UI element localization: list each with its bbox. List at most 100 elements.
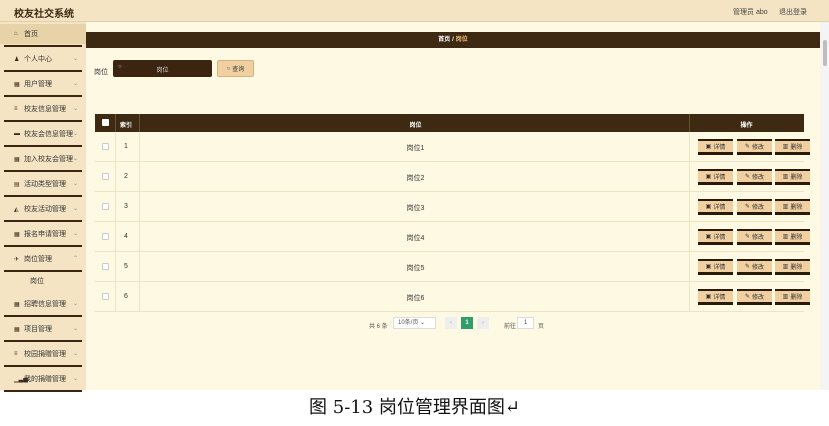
sidebar-item-label: 校友会信息管理 (24, 131, 73, 138)
table-row: 2 岗位2 ▣ 详情 ✎ 修改 ▥ 删除 (95, 162, 810, 192)
app-title: 校友社交系统 (14, 9, 74, 20)
breadcrumb-home[interactable]: 首页 (438, 37, 450, 43)
sidebar-item[interactable]: ▦ 招聘信息管理 ⌄ (0, 294, 86, 314)
column-header-index: 索引 (120, 123, 133, 129)
header-divider (139, 114, 140, 132)
sidebar-divider (4, 390, 82, 392)
row-detail-label: 详情 (713, 295, 726, 301)
search-input[interactable]: ○ 岗位 (113, 60, 212, 77)
trash-icon: ▥ (782, 294, 789, 300)
row-delete-button[interactable]: ▥ 删除 (775, 259, 810, 275)
row-checkbox[interactable] (102, 203, 109, 210)
row-delete-button[interactable]: ▥ 删除 (775, 199, 810, 215)
row-position-name: 岗位6 (406, 295, 425, 302)
scrollbar-thumb[interactable] (823, 40, 827, 66)
sidebar-item-label: 项目管理 (24, 326, 52, 333)
row-edit-button[interactable]: ✎ 修改 (737, 229, 772, 245)
row-checkbox[interactable] (102, 233, 109, 240)
chevron-down-icon: ⌄ (72, 106, 78, 112)
cell-divider (139, 162, 140, 192)
select-all-checkbox[interactable] (102, 119, 109, 126)
row-checkbox[interactable] (102, 143, 109, 150)
row-edit-button[interactable]: ✎ 修改 (737, 139, 772, 155)
page-number[interactable]: 1 (461, 317, 473, 329)
cell-divider (689, 192, 690, 222)
sidebar-item[interactable]: ⌂ 首页 (0, 24, 86, 44)
row-checkbox[interactable] (102, 293, 109, 300)
main-content: 首页 / 岗位 岗位 ○ 岗位 ○ 查询 ＋ 新增 ▥ 删除 索引 岗位 操作 … (86, 22, 820, 390)
next-page-button[interactable]: › (477, 317, 489, 329)
sidebar-item[interactable]: ✈ 岗位管理 ⌃ (0, 249, 86, 269)
row-delete-button[interactable]: ▥ 删除 (775, 289, 810, 305)
grid-icon: ▦ (14, 231, 20, 238)
cell-divider (689, 162, 690, 192)
row-edit-button[interactable]: ✎ 修改 (737, 259, 772, 275)
row-edit-button[interactable]: ✎ 修改 (737, 199, 772, 215)
row-delete-button[interactable]: ▥ 删除 (775, 229, 810, 245)
cell-divider (689, 132, 690, 162)
row-edit-button[interactable]: ✎ 修改 (737, 289, 772, 305)
row-delete-button[interactable]: ▥ 删除 (775, 169, 810, 185)
page-size-select[interactable]: 10条/页 ⌄ (393, 317, 436, 329)
edit-icon: ✎ (744, 144, 750, 150)
row-detail-label: 详情 (713, 205, 726, 211)
edit-icon: ✎ (744, 234, 750, 240)
sidebar-subitem-position[interactable]: 岗位 (0, 274, 86, 288)
edit-icon: ✎ (744, 294, 750, 300)
logout-link[interactable]: 退出登录 (779, 7, 807, 17)
row-detail-button[interactable]: ▣ 详情 (698, 259, 733, 275)
search-button[interactable]: ○ 查询 (217, 60, 254, 77)
list-icon: ≡ (14, 351, 18, 357)
sidebar-item[interactable]: ◭ 校友活动管理 ⌄ (0, 199, 86, 219)
table-row: 6 岗位6 ▣ 详情 ✎ 修改 ▥ 删除 (95, 282, 810, 312)
sidebar-item[interactable]: ▬ 校友会信息管理 ⌄ (0, 124, 86, 144)
sidebar-item-label: 首页 (24, 31, 38, 38)
sidebar-item[interactable]: ▦ 用户管理 ⌄ (0, 74, 86, 94)
scrollbar[interactable] (820, 22, 829, 390)
breadcrumb-separator: / (452, 37, 454, 43)
sidebar-item-label: 我的捐赠管理 (24, 376, 66, 383)
table-row: 3 岗位3 ▣ 详情 ✎ 修改 ▥ 删除 (95, 192, 810, 222)
row-detail-button[interactable]: ▣ 详情 (698, 199, 733, 215)
cell-divider (115, 282, 116, 312)
row-edit-button[interactable]: ✎ 修改 (737, 169, 772, 185)
row-detail-label: 详情 (713, 175, 726, 181)
sidebar-divider (4, 95, 82, 97)
sidebar-item[interactable]: ▦ 报名申请管理 ⌄ (0, 224, 86, 244)
row-checkbox[interactable] (102, 173, 109, 180)
chart-icon: ▁▃▅ (14, 376, 28, 383)
sidebar-divider (4, 145, 82, 147)
sidebar-divider (4, 170, 82, 172)
row-detail-button[interactable]: ▣ 详情 (698, 169, 733, 185)
row-detail-button[interactable]: ▣ 详情 (698, 139, 733, 155)
goto-unit-label: 页 (538, 324, 545, 330)
current-user-label: 管理员 abo (733, 9, 768, 16)
chevron-down-icon: ⌄ (72, 56, 78, 62)
detail-icon: ▣ (705, 234, 712, 240)
cell-divider (115, 222, 116, 252)
goto-page-input[interactable]: 1 (517, 317, 534, 329)
row-index: 2 (124, 173, 128, 180)
chevron-up-icon: ⌃ (72, 256, 78, 262)
sidebar-item[interactable]: ▦ 项目管理 ⌄ (0, 319, 86, 339)
detail-icon: ▣ (705, 294, 712, 300)
breadcrumb-current: 岗位 (455, 37, 468, 43)
sidebar-item[interactable]: ▤ 活动类型管理 ⌄ (0, 174, 86, 194)
row-detail-button[interactable]: ▣ 详情 (698, 289, 733, 305)
sidebar-item[interactable]: ≡ 校园捐赠管理 ⌄ (0, 344, 86, 364)
sidebar-item-label: 校友信息管理 (24, 106, 66, 113)
row-checkbox[interactable] (102, 263, 109, 270)
row-detail-button[interactable]: ▣ 详情 (698, 229, 733, 245)
goto-label: 前往 (504, 324, 517, 330)
cell-divider (139, 282, 140, 312)
row-edit-label: 修改 (752, 295, 765, 301)
sidebar-item-label: 岗位管理 (24, 256, 52, 263)
sidebar-item[interactable]: ▁▃▅ 我的捐赠管理 ⌄ (0, 369, 86, 389)
calendar-icon: ▤ (14, 181, 20, 188)
sidebar-item[interactable]: ≡ 校友信息管理 ⌄ (0, 99, 86, 119)
row-delete-button[interactable]: ▥ 删除 (775, 139, 810, 155)
sidebar-item[interactable]: ♟ 个人中心 ⌄ (0, 49, 86, 69)
home-icon: ⌂ (14, 31, 18, 37)
prev-page-button[interactable]: ‹ (445, 317, 457, 329)
sidebar-item[interactable]: ▦ 加入校友会管理 ⌄ (0, 149, 86, 169)
